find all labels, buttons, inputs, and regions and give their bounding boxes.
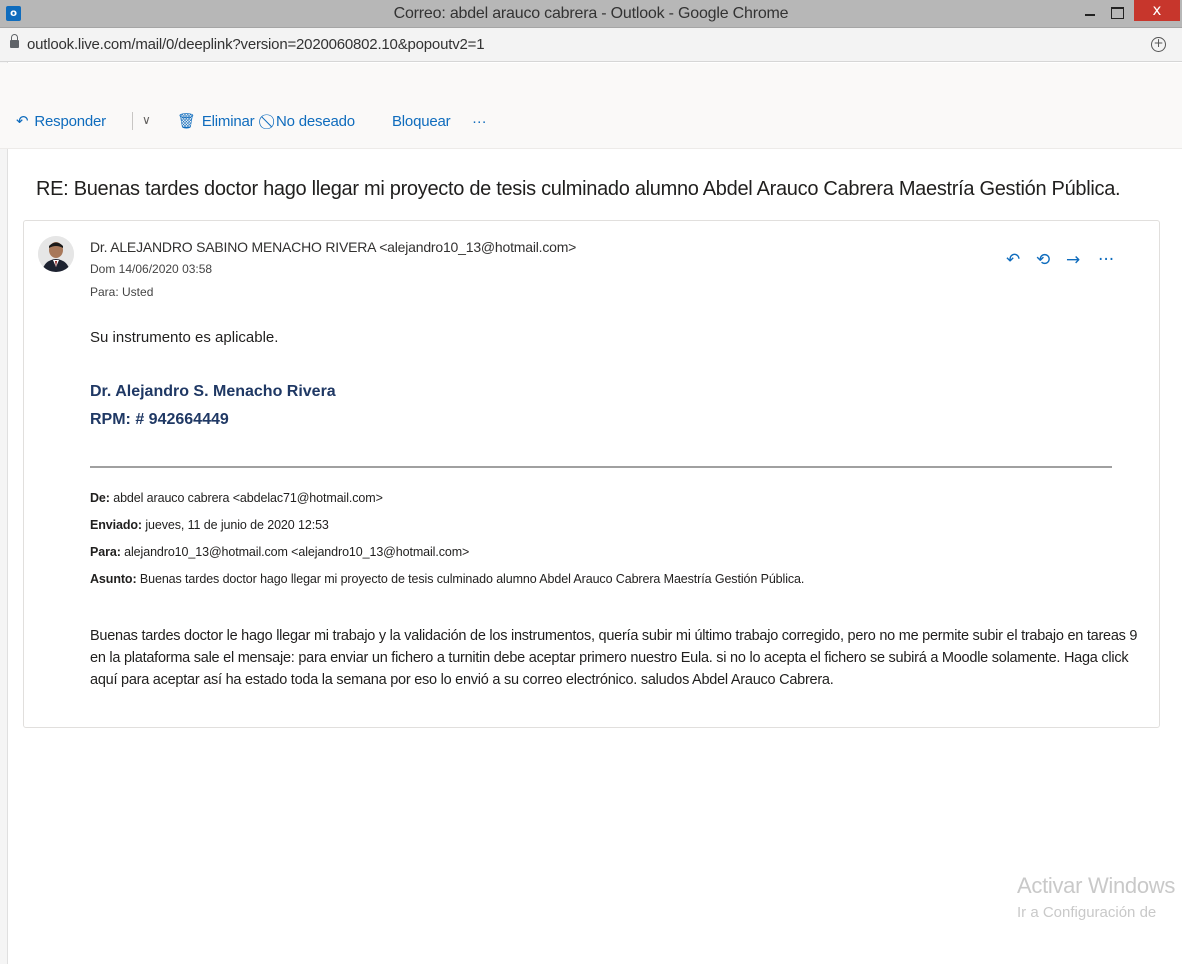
original-sent-value: jueves, 11 de junio de 2020 12:53 — [141, 518, 329, 532]
block-button[interactable]: Bloquear — [392, 109, 451, 133]
trash-icon: 🗑 — [177, 112, 196, 130]
original-from: De: abdel arauco cabrera <abdelac71@hotm… — [90, 491, 383, 505]
original-to-label: Para: — [90, 545, 121, 559]
original-from-label: De: — [90, 491, 110, 505]
more-actions-button[interactable]: ··· — [1098, 250, 1114, 270]
lock-icon — [10, 34, 19, 48]
original-subject-value: Buenas tardes doctor hago llegar mi proy… — [136, 572, 805, 586]
reply-button[interactable]: ↶ Responder — [16, 109, 106, 133]
avatar[interactable] — [38, 236, 74, 272]
block-label: Bloquear — [392, 112, 451, 130]
signature-phone: RPM: # 942664449 — [90, 411, 229, 428]
message-date: Dom 14/06/2020 03:58 — [90, 262, 213, 276]
activation-watermark-title: Activar Windows — [1017, 873, 1176, 898]
message-body: Su instrumento es aplicable. — [90, 329, 279, 346]
original-message-body: Buenas tardes doctor le hago llegar mi t… — [90, 628, 1138, 688]
sender-name[interactable]: Dr. ALEJANDRO SABINO MENACHO RIVERA <ale… — [90, 239, 576, 255]
forward-icon[interactable]: → — [1066, 250, 1080, 270]
original-to-value: alejandro10_13@hotmail.com <alejandro10_… — [120, 545, 470, 559]
original-to: Para: alejandro10_13@hotmail.com <alejan… — [90, 545, 469, 559]
signature-name: Dr. Alejandro S. Menacho Rivera — [90, 383, 336, 400]
quote-divider — [90, 466, 1112, 468]
url-field[interactable]: outlook.live.com/mail/0/deeplink?version… — [27, 36, 485, 53]
reply-all-icon[interactable]: ⟲ — [1036, 250, 1050, 270]
avatar-photo — [38, 236, 74, 272]
original-subject: Asunto: Buenas tardes doctor hago llegar… — [90, 572, 804, 586]
reply-label: Responder — [34, 112, 106, 130]
window-title-bar: o Correo: abdel arauco cabrera - Outlook… — [0, 0, 1182, 28]
minimize-button[interactable] — [1080, 4, 1102, 22]
delete-button[interactable]: 🗑 Eliminar — [177, 109, 255, 133]
delete-label: Eliminar — [201, 112, 255, 130]
message-card: Dr. ALEJANDRO SABINO MENACHO RIVERA <ale… — [23, 220, 1160, 728]
chevron-down-icon[interactable]: ∨ — [142, 113, 151, 127]
activation-watermark-subtitle: Ir a Configuración de — [1017, 904, 1157, 921]
junk-label: No deseado — [276, 112, 355, 130]
junk-button[interactable]: ⃠ No deseado — [270, 109, 355, 133]
original-from-value: abdel arauco cabrera <abdelac71@hotmail.… — [109, 491, 383, 505]
window-left-edge — [0, 62, 8, 964]
message-subject: RE: Buenas tardes doctor hago llegar mi … — [36, 178, 1121, 200]
zoom-icon[interactable]: + — [1151, 37, 1166, 52]
recipient-line: Para: Usted — [90, 285, 154, 299]
maximize-button[interactable] — [1106, 4, 1128, 22]
original-sent-label: Enviado: — [90, 518, 142, 532]
close-button[interactable]: x — [1134, 0, 1180, 21]
original-sent: Enviado: jueves, 11 de junio de 2020 12:… — [90, 518, 329, 532]
more-options-button[interactable]: ··· — [472, 109, 487, 133]
toolbar-divider — [132, 112, 133, 130]
reply-icon: ↶ — [16, 112, 29, 130]
message-actions: ↶ ⟲ → ··· — [1006, 250, 1156, 274]
address-bar: outlook.live.com/mail/0/deeplink?version… — [0, 28, 1182, 62]
window-title: Correo: abdel arauco cabrera - Outlook -… — [393, 5, 789, 22]
more-options-label: ··· — [472, 112, 487, 130]
reply-icon[interactable]: ↶ — [1006, 250, 1020, 270]
command-bar: ↶ Responder ∨ 🗑 Eliminar ⃠ No deseado Bl… — [0, 63, 1182, 149]
original-subject-label: Asunto: — [90, 572, 137, 586]
